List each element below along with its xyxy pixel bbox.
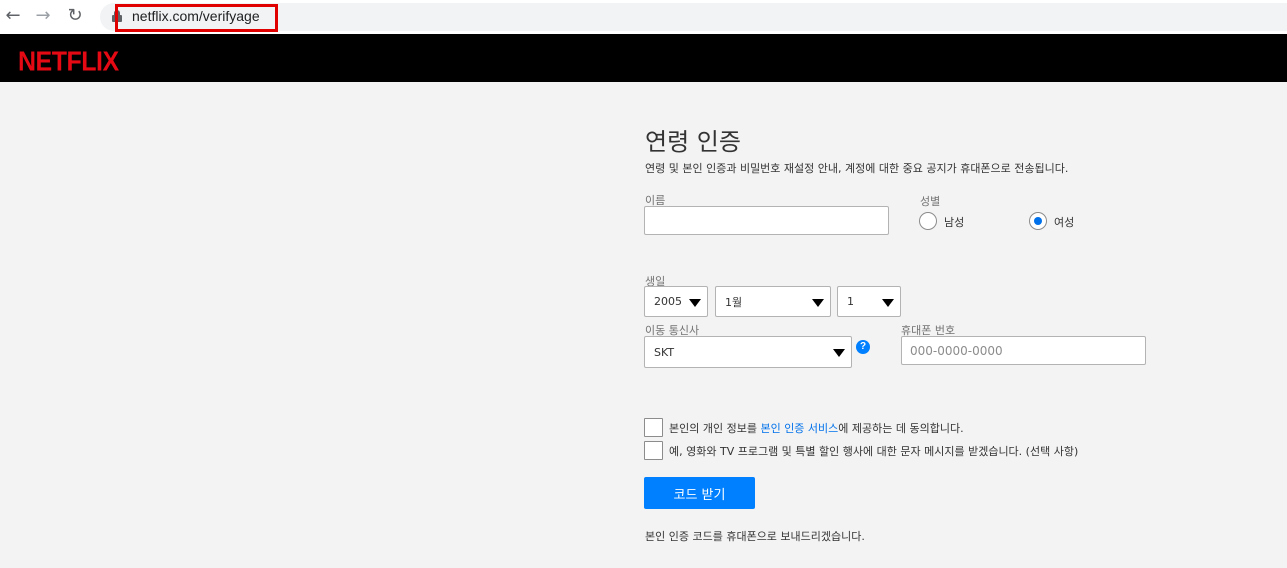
- birth-year-select[interactable]: 2005: [644, 286, 708, 317]
- carrier-value: SKT: [654, 345, 675, 359]
- consent-text-prefix: 본인의 개인 정보를: [669, 422, 761, 435]
- birth-day-value: 1: [847, 295, 854, 308]
- identity-service-link[interactable]: 본인 인증 서비스: [760, 422, 838, 435]
- marketing-checkbox[interactable]: [644, 441, 663, 460]
- marketing-label: 예, 영화와 TV 프로그램 및 특별 할인 행사에 대한 문자 메시지를 받겠…: [669, 445, 1079, 458]
- forward-arrow-icon[interactable]: →: [31, 4, 55, 28]
- site-header: [0, 34, 1287, 82]
- chevron-down-icon: [689, 298, 701, 307]
- reload-icon[interactable]: ↻: [63, 4, 87, 28]
- carrier-select[interactable]: SKT: [644, 336, 852, 368]
- url-text[interactable]: netflix.com/verifyage: [132, 8, 260, 24]
- phone-input[interactable]: 000-0000-0000: [901, 336, 1146, 365]
- chevron-down-icon: [882, 298, 894, 307]
- chevron-down-icon: [833, 349, 845, 357]
- page-title: 연령 인증: [645, 128, 741, 156]
- consent-label: 본인의 개인 정보를 본인 인증 서비스에 제공하는 데 동의합니다.: [669, 420, 964, 436]
- gender-male-radio[interactable]: [919, 212, 937, 230]
- consent-checkbox[interactable]: [644, 418, 663, 437]
- back-arrow-icon[interactable]: ←: [1, 4, 25, 28]
- birth-day-select[interactable]: 1: [837, 286, 901, 317]
- gender-label: 성별: [920, 195, 941, 208]
- netflix-logo[interactable]: NETFLIX: [18, 46, 119, 78]
- page-subtitle: 연령 및 본인 인증과 비밀번호 재설정 안내, 계정에 대한 중요 공지가 휴…: [645, 162, 1069, 175]
- birth-month-value: 1월: [725, 295, 743, 309]
- birth-year-value: 2005: [654, 295, 682, 308]
- gender-male-label: 남성: [944, 216, 965, 229]
- name-input[interactable]: [644, 206, 889, 235]
- help-icon[interactable]: ?: [856, 340, 870, 354]
- consent-text-suffix: 에 제공하는 데 동의합니다.: [838, 422, 964, 435]
- birth-month-select[interactable]: 1월: [715, 286, 831, 317]
- gender-female-label: 여성: [1054, 216, 1075, 229]
- code-notice: 본인 인증 코드를 휴대폰으로 보내드리겠습니다.: [645, 530, 865, 543]
- get-code-button[interactable]: 코드 받기: [644, 477, 755, 509]
- chevron-down-icon: [812, 298, 824, 307]
- gender-female-radio[interactable]: [1029, 212, 1047, 230]
- address-bar[interactable]: [100, 3, 1287, 31]
